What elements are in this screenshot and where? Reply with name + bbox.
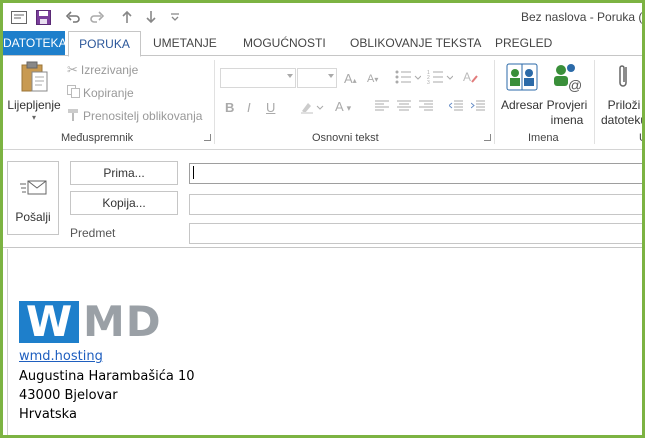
bold-icon[interactable]: B (225, 100, 234, 115)
brush-icon (67, 108, 80, 124)
font-size-combo[interactable] (297, 68, 337, 88)
format-painter-label: Prenositelj oblikovanja (83, 109, 203, 123)
tab-format-text[interactable]: OBLIKOVANJE TEKSTA (350, 31, 481, 56)
check-names-button[interactable]: @ Provjeri imena (544, 62, 590, 128)
svg-text:A: A (463, 70, 471, 84)
paste-icon (21, 61, 48, 92)
dialog-launcher-icon[interactable] (484, 134, 491, 141)
copy-icon (67, 85, 80, 101)
header-separator (3, 247, 642, 248)
signature-link[interactable]: wmd.hosting (19, 349, 103, 364)
title-bar: Bez naslova - Poruka (H (3, 3, 642, 31)
wmd-logo: W MD (19, 301, 162, 343)
shrink-font-icon[interactable]: A▾ (367, 73, 378, 85)
paste-label: Lijepljenje (7, 98, 61, 112)
align-center-icon[interactable] (397, 100, 411, 115)
paperclip-icon (619, 65, 627, 87)
to-field[interactable] (189, 163, 642, 184)
svg-text:@: @ (568, 77, 582, 92)
logo-md: MD (83, 297, 162, 346)
subject-label: Predmet (70, 226, 116, 240)
decrease-indent-icon[interactable] (448, 100, 463, 115)
group-separator (214, 60, 215, 144)
tab-file[interactable]: DATOTEKA (3, 31, 67, 56)
signature-country: Hrvatska (19, 407, 77, 422)
format-painter-button[interactable]: Prenositelj oblikovanja (67, 108, 202, 124)
quick-access-toolbar (7, 8, 187, 26)
check-names-icon: @ (554, 64, 582, 92)
tab-review[interactable]: PREGLED (495, 31, 552, 56)
include-group-label: U (639, 132, 642, 144)
customize-toolbar-icon[interactable] (163, 8, 187, 26)
paste-button[interactable]: Lijepljenje ▾ (5, 60, 63, 123)
address-book-icon (506, 63, 538, 91)
save-icon[interactable] (31, 8, 55, 26)
attach-file-label-1: Priloži (607, 98, 641, 112)
increase-indent-icon[interactable] (470, 100, 485, 115)
redo-icon[interactable] (85, 8, 109, 26)
ribbon-tabs: DATOTEKA PORUKA UMETANJE MOGUĆNOSTI OBLI… (3, 31, 642, 57)
cut-label: Izrezivanje (80, 63, 139, 77)
attach-file-label-2: datoteku (600, 113, 645, 127)
down-arrow-icon[interactable] (139, 8, 163, 26)
address-book-button[interactable]: Adresar (500, 62, 544, 113)
cc-field[interactable] (189, 194, 642, 215)
send-label: Pošalji (15, 210, 51, 224)
align-right-icon[interactable] (419, 100, 433, 115)
cut-button[interactable]: ✂ Izrezivanje (67, 62, 138, 78)
group-separator (594, 60, 595, 144)
clipboard-group-label: Međuspremnik (61, 132, 134, 144)
svg-text:3: 3 (427, 80, 430, 84)
scissors-icon: ✂ (67, 62, 78, 77)
check-names-label-1: Provjeri (546, 98, 588, 112)
ribbon: Lijepljenje ▾ ✂ Izrezivanje Kopiranje Pr… (3, 56, 642, 150)
basic-text-group-label: Osnovni tekst (312, 132, 379, 144)
window-title: Bez naslova - Poruka (H (521, 10, 645, 24)
font-name-combo[interactable] (220, 68, 296, 88)
font-color-icon[interactable]: A ▾ (335, 99, 351, 114)
underline-icon[interactable]: U (266, 100, 275, 115)
text-caret (193, 166, 194, 179)
attach-file-button[interactable]: Priloži datoteku (599, 62, 645, 128)
clear-formatting-icon[interactable]: A (463, 70, 479, 87)
address-book-label: Adresar (500, 98, 544, 112)
tab-insert[interactable]: UMETANJE (153, 31, 217, 56)
cc-button[interactable]: Kopija... (70, 191, 178, 215)
align-left-icon[interactable] (375, 100, 389, 115)
signature-street: Augustina Harambašića 10 (19, 369, 195, 384)
copy-label: Kopiranje (83, 86, 134, 100)
grow-font-icon[interactable]: A▴ (344, 71, 357, 86)
outlook-message-window: Bez naslova - Poruka (H DATOTEKA PORUKA … (0, 0, 645, 438)
check-names-label-2: imena (550, 113, 584, 127)
send-icon (20, 180, 47, 195)
logo-w: W (19, 301, 79, 343)
message-icon[interactable] (7, 8, 31, 26)
names-group-label: Imena (528, 132, 559, 144)
dialog-launcher-icon[interactable] (204, 134, 211, 141)
signature-city: 43000 Bjelovar (19, 388, 118, 403)
chevron-down-icon: ▾ (31, 113, 36, 122)
bullets-icon[interactable] (395, 70, 422, 87)
italic-icon[interactable]: I (247, 100, 251, 115)
send-button[interactable]: Pošalji (7, 161, 59, 235)
undo-icon[interactable] (61, 8, 85, 26)
up-arrow-icon[interactable] (115, 8, 139, 26)
tab-options[interactable]: MOGUĆNOSTI (243, 31, 326, 56)
group-separator (494, 60, 495, 144)
highlight-icon[interactable] (300, 100, 326, 117)
copy-button[interactable]: Kopiranje (67, 85, 134, 101)
tab-message[interactable]: PORUKA (68, 31, 141, 57)
numbering-icon[interactable]: 123 (427, 70, 454, 87)
subject-field[interactable] (189, 223, 642, 244)
to-button[interactable]: Prima... (70, 161, 178, 185)
